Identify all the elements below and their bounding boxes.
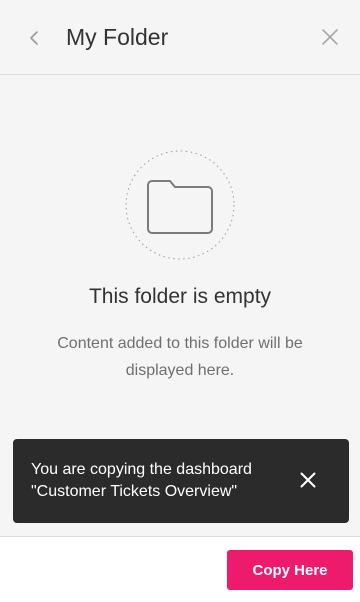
empty-folder-illustration [125, 150, 235, 260]
chevron-left-icon [30, 31, 38, 45]
empty-state-title: This folder is empty [88, 285, 272, 308]
copy-toast: You are copying the dashboard "Customer … [13, 439, 349, 523]
close-icon [300, 472, 316, 488]
close-button[interactable] [320, 27, 340, 47]
back-button[interactable] [22, 24, 46, 52]
folder-icon [125, 150, 235, 260]
toast-message: You are copying the dashboard "Customer … [31, 461, 252, 500]
close-icon [322, 29, 338, 45]
header: My Folder [0, 0, 360, 75]
page-title: My Folder [66, 24, 169, 50]
toast-close-button[interactable] [299, 471, 317, 489]
empty-state-description: Content added to this folder will be dis… [57, 335, 303, 379]
copy-here-button[interactable]: Copy Here [227, 550, 353, 590]
footer: Copy Here [0, 536, 360, 602]
